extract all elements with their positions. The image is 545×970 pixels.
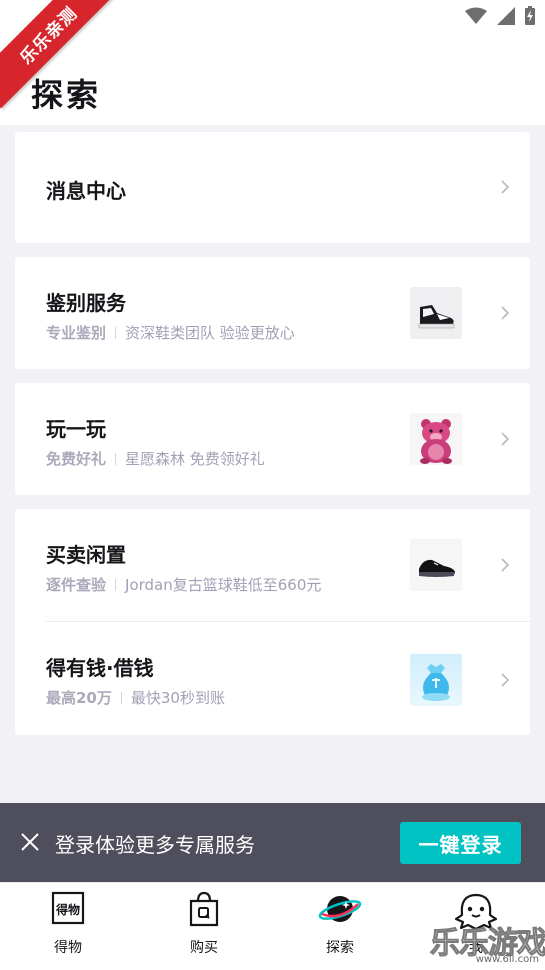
authentication-desc: 资深鞋类团队 验验更放心	[125, 324, 295, 342]
loan-subtitle: 最高20万 最快30秒到账	[46, 687, 225, 708]
tab-dewu[interactable]: 得物 得物	[0, 883, 136, 970]
loan-tag: 最高20万	[46, 689, 112, 707]
message-center-card[interactable]: 消息中心	[15, 132, 530, 243]
svg-text:得物: 得物	[55, 902, 80, 917]
separator	[115, 452, 117, 465]
secondhand-title: 买卖闲置	[46, 543, 126, 567]
authentication-service-card[interactable]: 鉴别服务 专业鉴别 资深鞋类团队 验验更放心	[15, 257, 530, 369]
chevron-right-icon	[501, 558, 510, 572]
authentication-tag: 专业鉴别	[46, 324, 107, 342]
authentication-subtitle: 专业鉴别 资深鞋类团队 验验更放心	[46, 322, 295, 343]
loan-desc: 最快30秒到账	[130, 689, 225, 707]
secondhand-tag: 逐件查验	[46, 576, 107, 594]
watermark-url: www.6ll.com	[475, 954, 539, 965]
tab-buy[interactable]: 购买	[136, 883, 272, 970]
wifi-icon	[465, 7, 487, 24]
tab-label: 探索	[326, 940, 354, 956]
separator	[115, 578, 117, 591]
login-banner-text: 登录体验更多专属服务	[55, 833, 255, 857]
play-title: 玩一玩	[46, 417, 106, 441]
shopping-bag-icon	[189, 891, 219, 927]
play-tag: 免费好礼	[46, 450, 107, 468]
basketball-shoe-image	[410, 539, 462, 591]
page-title: 探索	[31, 76, 102, 114]
plush-bear-image	[410, 413, 462, 465]
tab-label: 购买	[190, 940, 218, 956]
trade-and-loan-card: 买卖闲置 逐件查验 Jordan复古篮球鞋低至660元 得有钱·借钱 最高20万…	[15, 509, 530, 735]
chevron-right-icon	[501, 432, 510, 446]
chevron-right-icon	[501, 673, 510, 687]
chevron-right-icon	[501, 306, 510, 320]
one-click-login-button[interactable]: 一键登录	[400, 822, 521, 864]
chevron-right-icon	[501, 180, 510, 194]
authentication-title: 鉴别服务	[46, 291, 126, 315]
close-icon[interactable]	[20, 832, 40, 852]
loan-title: 得有钱·借钱	[46, 656, 154, 680]
tab-explore[interactable]: 探索	[272, 883, 408, 970]
loan-row[interactable]: 得有钱·借钱 最高20万 最快30秒到账	[15, 622, 530, 735]
separator	[115, 326, 117, 339]
secondhand-row[interactable]: 买卖闲置 逐件查验 Jordan复古篮球鞋低至660元	[15, 509, 530, 622]
separator	[120, 691, 122, 704]
tab-label: 得物	[54, 940, 82, 956]
play-card[interactable]: 玩一玩 免费好礼 星愿森林 免费领好礼	[15, 383, 530, 495]
site-watermark: 乐乐游戏 www.6ll.com	[430, 918, 545, 970]
dewu-logo-icon: 得物	[51, 891, 85, 925]
play-desc: 星愿森林 免费领好礼	[125, 450, 265, 468]
status-bar	[465, 6, 535, 25]
play-subtitle: 免费好礼 星愿森林 免费领好礼	[46, 448, 265, 469]
secondhand-desc: Jordan复古篮球鞋低至660元	[125, 576, 322, 594]
message-center-title: 消息中心	[46, 179, 126, 203]
sneaker-image	[410, 287, 462, 339]
battery-icon	[525, 6, 535, 25]
planet-icon	[318, 896, 362, 922]
money-bag-image	[410, 654, 462, 706]
signal-icon	[497, 6, 515, 25]
secondhand-subtitle: 逐件查验 Jordan复古篮球鞋低至660元	[46, 574, 321, 595]
